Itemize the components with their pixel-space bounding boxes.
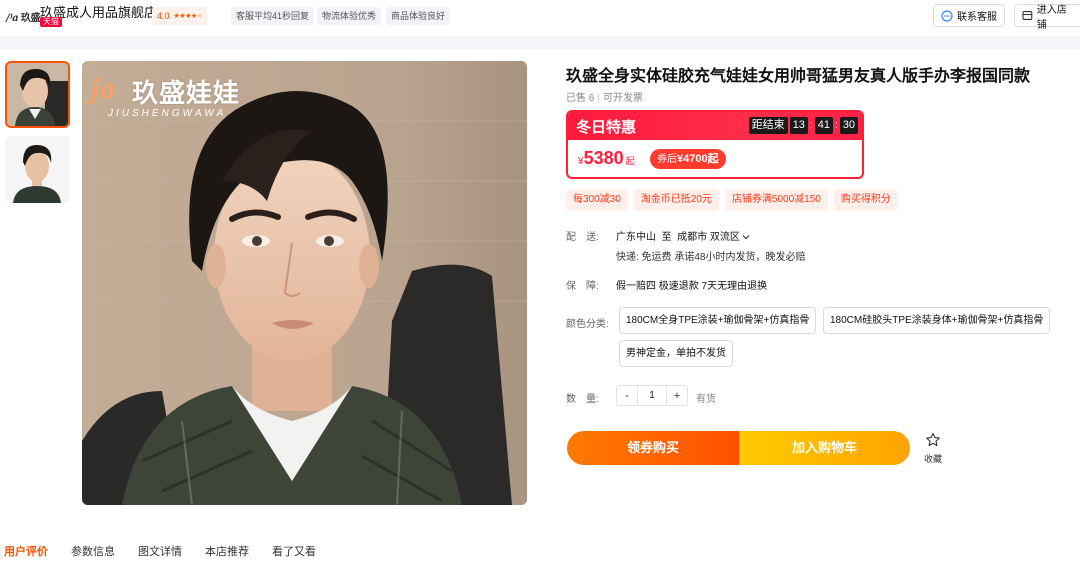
- shop-header: /ʲa 玖盛 玖盛成人用品旗舰店 天猫 4.0 ★★★★★ 客服平均41秒回复 …: [0, 0, 1080, 34]
- product-title: 玖盛全身实体硅胶充气娃娃女用帅哥猛男友真人版手办李报国同款: [566, 68, 1031, 85]
- shop-logo[interactable]: /ʲa 玖盛: [6, 9, 41, 24]
- watermark-cn: 玖盛娃娃: [132, 78, 241, 108]
- promo-tag[interactable]: 每300减30: [566, 189, 628, 211]
- promo-panel: 冬日特惠 距结束 13 : 41 : 30 ¥5380 起 券后¥4700起: [566, 110, 864, 179]
- purchase-actions: 领券购买 加入购物车: [567, 431, 910, 465]
- countdown-minutes: 41: [814, 117, 833, 134]
- sku-option[interactable]: 180CM全身TPE涂装+瑜伽骨架+仿真指骨: [619, 307, 817, 334]
- rating-stars: ★★★★★: [173, 13, 203, 20]
- price-suffix: 起: [625, 156, 635, 166]
- invoice-info: 可开发票: [602, 93, 643, 104]
- main-product-image[interactable]: ja 玖盛娃娃 JIUSHENGWAWA: [82, 61, 527, 505]
- promo-tag[interactable]: 购买得积分: [833, 189, 898, 211]
- thumbnail-portrait-icon: [5, 136, 70, 203]
- countdown-label: 距结束: [748, 117, 788, 134]
- thumbnail-portrait-icon: [7, 63, 68, 126]
- promo-header: 冬日特惠 距结束 13 : 41 : 30: [568, 112, 862, 140]
- brand-watermark: ja 玖盛娃娃 JIUSHENGWAWA: [90, 73, 241, 119]
- brand-watermark-logo: ja: [90, 75, 117, 105]
- sales-info: 已售 6 | 可开发票: [566, 89, 643, 104]
- quantity-stepper: - 1 +: [616, 385, 688, 406]
- sku-option[interactable]: 180CM硅胶头TPE涂装身体+瑜伽骨架+仿真指骨: [823, 307, 1051, 334]
- promo-tags: 每300减30 淘金币已抵20元 店铺券满5000减150 购买得积分: [566, 189, 898, 211]
- chat-icon: [941, 9, 953, 22]
- shipping-route: 广东中山 至 成都市 双流区: [616, 228, 750, 243]
- favorite-button[interactable]: 收藏: [921, 432, 945, 465]
- divider: |: [597, 93, 600, 104]
- rating-value: 4.0: [157, 11, 170, 21]
- coupon-prefix: 券后: [657, 154, 677, 165]
- shop-logo-mark: /ʲa: [6, 13, 19, 24]
- quantity-increase-button[interactable]: +: [667, 390, 687, 402]
- promo-title: 冬日特惠: [576, 119, 637, 136]
- sku-option[interactable]: 男神定金，单拍不发货: [619, 340, 733, 367]
- countdown-separator: :: [809, 120, 813, 131]
- tab-params[interactable]: 参数信息: [71, 543, 115, 559]
- quantity-decrease-button[interactable]: -: [617, 390, 637, 402]
- sold-count: 已售 6: [566, 93, 595, 104]
- header-divider: [0, 36, 1080, 49]
- enter-shop-button[interactable]: 进入店铺: [1014, 4, 1080, 31]
- product-portrait-image: [82, 61, 527, 505]
- sku-label: 颜色分类:: [566, 319, 609, 330]
- guarantee-text: 假一赔四 极速退款 7天无理由退换: [616, 281, 768, 292]
- contact-service-button[interactable]: 联系客服: [933, 4, 1005, 27]
- ship-to-selector[interactable]: 成都市 双流区: [677, 232, 750, 243]
- ship-from: 广东中山: [616, 232, 656, 243]
- price-row: ¥5380 起 券后¥4700起: [568, 140, 862, 177]
- gallery-thumbnail[interactable]: [5, 136, 70, 203]
- tmall-badge: 天猫: [40, 17, 62, 27]
- contact-service-label: 联系客服: [957, 12, 997, 23]
- coupon-price: ¥4700起: [677, 153, 719, 165]
- stock-status: 有货: [696, 394, 716, 405]
- product-exp-chip: 商品体验良好: [386, 7, 451, 25]
- service-chip: 客服平均41秒回复: [231, 7, 315, 25]
- shop-rating: 4.0 ★★★★★: [152, 7, 208, 25]
- promo-tag[interactable]: 淘金币已抵20元: [633, 189, 719, 211]
- shop-icon: [1022, 11, 1033, 20]
- star-icon: [926, 432, 940, 447]
- shop-logo-text: 玖盛: [20, 13, 41, 24]
- coupon-price-badge[interactable]: 券后¥4700起: [650, 149, 726, 169]
- tab-also-viewed[interactable]: 看了又看: [272, 543, 316, 559]
- promo-tag[interactable]: 店铺券满5000减150: [724, 189, 828, 211]
- countdown-separator: :: [834, 120, 838, 131]
- enter-shop-label: 进入店铺: [1036, 4, 1067, 31]
- chevron-down-icon: [742, 235, 750, 240]
- countdown-seconds: 30: [839, 117, 858, 134]
- guarantee-label: 保 障:: [566, 281, 599, 292]
- detail-tabs: 用户评价 参数信息 图文详情 本店推荐 看了又看: [4, 543, 316, 559]
- watermark-en: JIUSHENGWAWA: [108, 108, 227, 119]
- shipping-label: 配 送:: [566, 232, 599, 243]
- buy-with-coupon-button[interactable]: 领券购买: [567, 431, 739, 465]
- quantity-label: 数 量:: [566, 394, 599, 405]
- price: ¥5380 起: [578, 148, 635, 169]
- countdown-hours: 13: [789, 117, 808, 134]
- ship-to-word: 至: [661, 232, 672, 243]
- ship-to: 成都市 双流区: [677, 232, 740, 243]
- favorite-label: 收藏: [923, 454, 942, 464]
- gallery-thumbnail[interactable]: [5, 61, 70, 128]
- add-to-cart-button[interactable]: 加入购物车: [739, 431, 910, 465]
- countdown-timer: 距结束 13 : 41 : 30: [748, 117, 858, 134]
- logistics-chip: 物流体验优秀: [317, 7, 382, 25]
- shipping-detail: 快递: 免运费 承诺48小时内发货，晚发必赔: [616, 252, 806, 263]
- quantity-input[interactable]: 1: [637, 386, 667, 405]
- price-value: 5380: [583, 148, 624, 168]
- tab-shop-recommend[interactable]: 本店推荐: [205, 543, 249, 559]
- tab-details[interactable]: 图文详情: [138, 543, 182, 559]
- tab-reviews[interactable]: 用户评价: [4, 543, 48, 559]
